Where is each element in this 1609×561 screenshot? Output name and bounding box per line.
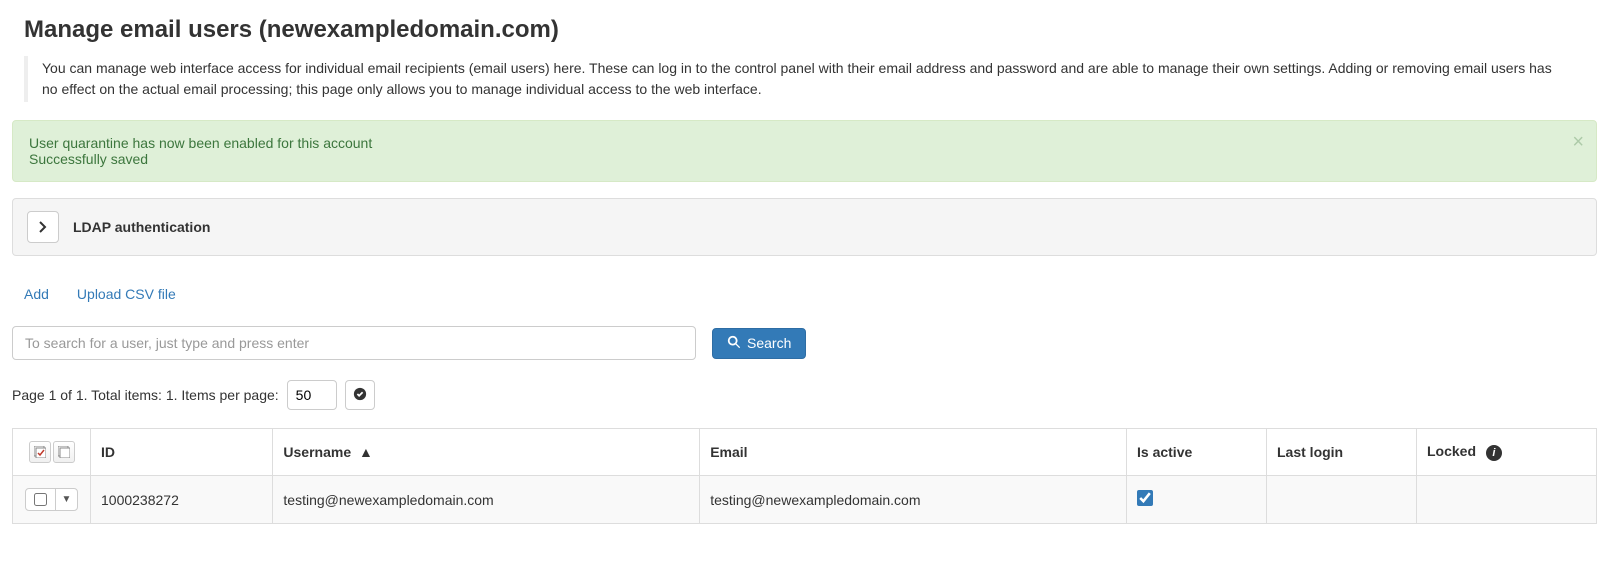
cell-last-login <box>1267 476 1417 524</box>
search-button[interactable]: Search <box>712 328 806 359</box>
row-checkbox[interactable] <box>34 493 47 506</box>
success-alert: User quarantine has now been enabled for… <box>12 120 1597 182</box>
table-row: ▼ 1000238272 testing@newexampledomain.co… <box>13 476 1597 524</box>
cell-is-active <box>1127 476 1267 524</box>
alert-line2: Successfully saved <box>29 151 1580 167</box>
column-id[interactable]: ID <box>91 429 273 476</box>
column-locked-label: Locked <box>1427 443 1476 459</box>
pagination-text: Page 1 of 1. Total items: 1. Items per p… <box>12 387 279 403</box>
add-link[interactable]: Add <box>24 286 49 302</box>
deselect-all-icon[interactable] <box>53 441 75 463</box>
column-is-active[interactable]: Is active <box>1127 429 1267 476</box>
ldap-panel-title: LDAP authentication <box>73 219 210 235</box>
cell-locked <box>1417 476 1597 524</box>
check-circle-icon <box>353 387 367 404</box>
search-button-label: Search <box>747 335 791 351</box>
close-icon[interactable]: × <box>1572 131 1584 154</box>
is-active-checkbox[interactable] <box>1137 490 1153 506</box>
upload-csv-link[interactable]: Upload CSV file <box>77 286 176 302</box>
page-title: Manage email users (newexampledomain.com… <box>24 16 1597 44</box>
sort-asc-icon: ▲ <box>359 444 373 460</box>
chevron-right-icon[interactable] <box>27 211 59 243</box>
info-icon[interactable]: i <box>1486 445 1502 461</box>
ldap-panel: LDAP authentication <box>12 198 1597 256</box>
cell-email: testing@newexampledomain.com <box>700 476 1127 524</box>
users-table: ID Username ▲ Email Is active Last login… <box>12 428 1597 524</box>
items-per-page-input[interactable] <box>287 380 337 410</box>
alert-line1: User quarantine has now been enabled for… <box>29 135 1580 151</box>
column-email[interactable]: Email <box>700 429 1127 476</box>
search-icon <box>727 335 741 352</box>
row-actions-caret[interactable]: ▼ <box>55 489 78 510</box>
row-select-group: ▼ <box>25 488 79 511</box>
column-username-label: Username <box>283 444 351 460</box>
column-username[interactable]: Username ▲ <box>273 429 700 476</box>
column-last-login[interactable]: Last login <box>1267 429 1417 476</box>
column-locked[interactable]: Locked i <box>1417 429 1597 476</box>
apply-items-button[interactable] <box>345 380 375 410</box>
page-description: You can manage web interface access for … <box>24 56 1585 102</box>
select-all-icon[interactable] <box>29 441 51 463</box>
search-input[interactable] <box>12 326 696 360</box>
select-all-header <box>13 429 91 476</box>
cell-id: 1000238272 <box>91 476 273 524</box>
cell-username: testing@newexampledomain.com <box>273 476 700 524</box>
